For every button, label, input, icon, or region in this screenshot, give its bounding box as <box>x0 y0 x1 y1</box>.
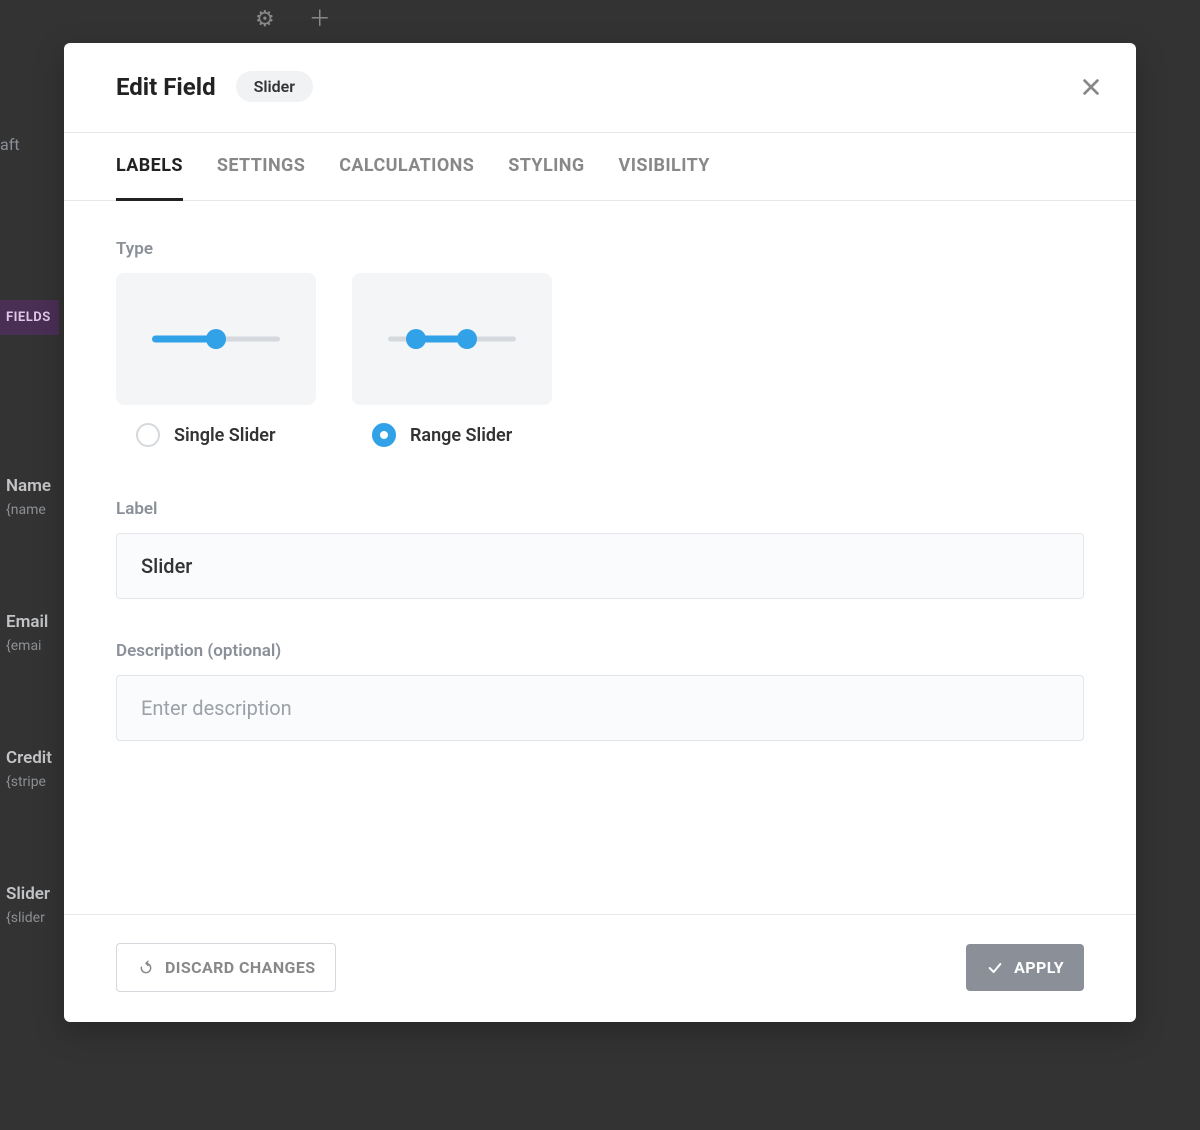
check-icon <box>986 960 1004 976</box>
bg-item-slider: Slider {slider <box>6 884 50 926</box>
tab-calculations[interactable]: CALCULATIONS <box>339 155 474 201</box>
modal-body: Type Single Slider <box>64 201 1136 914</box>
type-option-single[interactable]: Single Slider <box>116 273 316 447</box>
type-option-range[interactable]: Range Slider <box>352 273 552 447</box>
label-form-group: Label <box>116 499 1084 599</box>
edit-field-modal: Edit Field Slider LABELS SETTINGS CALCUL… <box>64 43 1136 1022</box>
tabs: LABELS SETTINGS CALCULATIONS STYLING VIS… <box>64 133 1136 201</box>
description-form-group: Description (optional) <box>116 641 1084 741</box>
tab-styling[interactable]: STYLING <box>508 155 584 201</box>
bg-item-name: Name {name <box>6 476 51 518</box>
radio-single-slider[interactable] <box>136 423 160 447</box>
type-options: Single Slider Range Slider <box>116 273 1084 447</box>
apply-button[interactable]: APPLY <box>966 944 1084 991</box>
discard-button-label: DISCARD CHANGES <box>165 958 315 977</box>
type-section-label: Type <box>116 239 1084 259</box>
apply-button-label: APPLY <box>1014 958 1064 977</box>
modal-chip: Slider <box>236 71 313 102</box>
modal-title: Edit Field <box>116 73 216 101</box>
modal-header: Edit Field Slider <box>64 43 1136 133</box>
bg-draft-label: aft <box>0 135 20 154</box>
bg-fields-badge: FIELDS <box>0 300 59 335</box>
radio-range-label: Range Slider <box>410 425 512 446</box>
bg-item-email: Email {emai <box>6 612 48 654</box>
bg-item-credit: Credit {stripe <box>6 748 52 790</box>
undo-icon <box>137 960 155 976</box>
close-button[interactable] <box>1080 76 1102 98</box>
radio-range-slider[interactable] <box>372 423 396 447</box>
single-slider-preview <box>116 273 316 405</box>
tab-labels[interactable]: LABELS <box>116 155 183 201</box>
radio-single-label: Single Slider <box>174 425 275 446</box>
gear-icon: ⚙ <box>255 0 275 40</box>
label-section-label: Label <box>116 499 1084 519</box>
plus-icon: ＋ <box>309 0 331 40</box>
description-section-label: Description (optional) <box>116 641 1084 661</box>
discard-button[interactable]: DISCARD CHANGES <box>116 943 336 992</box>
modal-footer: DISCARD CHANGES APPLY <box>64 914 1136 1022</box>
description-input[interactable] <box>116 675 1084 741</box>
bg-toolbar-icons: ⚙ ＋ <box>255 0 331 40</box>
range-slider-preview <box>352 273 552 405</box>
label-input[interactable] <box>116 533 1084 599</box>
close-icon <box>1080 76 1102 98</box>
tab-visibility[interactable]: VISIBILITY <box>619 155 710 201</box>
tab-settings[interactable]: SETTINGS <box>217 155 305 201</box>
